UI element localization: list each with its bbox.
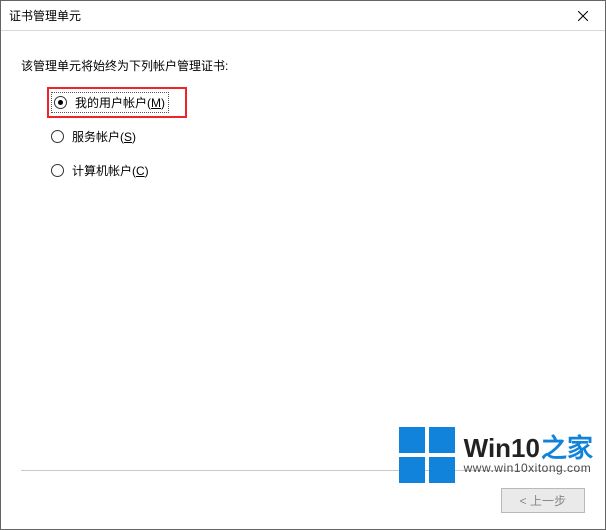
button-bar: < 上一步: [501, 488, 585, 513]
watermark-text: Win10之家 www.win10xitong.com: [464, 435, 593, 474]
close-icon: [578, 11, 588, 21]
watermark-url: www.win10xitong.com: [464, 461, 593, 475]
radio-computer-label[interactable]: 计算机帐户(C): [72, 162, 149, 179]
radio-service-label[interactable]: 服务帐户(S): [72, 128, 136, 145]
account-radio-group: 我的用户帐户(M) 服务帐户(S) 计算机帐户(C): [21, 92, 585, 180]
radio-row-service: 服务帐户(S): [51, 126, 585, 146]
radio-my-user-label[interactable]: 我的用户帐户(M): [75, 94, 165, 111]
window-title: 证书管理单元: [9, 7, 81, 24]
radio-service-account[interactable]: [51, 130, 64, 143]
titlebar: 证书管理单元: [1, 1, 605, 31]
dialog-window: 证书管理单元 该管理单元将始终为下列帐户管理证书: 我的用户帐户(M): [0, 0, 606, 530]
content-area: 该管理单元将始终为下列帐户管理证书: 我的用户帐户(M) 服务帐户(S): [1, 31, 605, 204]
watermark-brand-a: Win10: [464, 435, 540, 462]
close-button[interactable]: [561, 1, 605, 31]
watermark-brand-b: 之家: [541, 435, 593, 462]
highlight-box: 我的用户帐户(M): [47, 87, 187, 118]
instruction-text: 该管理单元将始终为下列帐户管理证书:: [21, 57, 585, 74]
windows-logo-icon: [399, 427, 455, 483]
focus-indicator: 我的用户帐户(M): [51, 92, 169, 113]
back-button[interactable]: < 上一步: [501, 488, 585, 513]
radio-my-user-account[interactable]: [54, 96, 67, 109]
radio-row-computer: 计算机帐户(C): [51, 160, 585, 180]
radio-row-my-user: 我的用户帐户(M): [51, 92, 585, 112]
radio-computer-account[interactable]: [51, 164, 64, 177]
watermark: Win10之家 www.win10xitong.com: [399, 427, 593, 483]
